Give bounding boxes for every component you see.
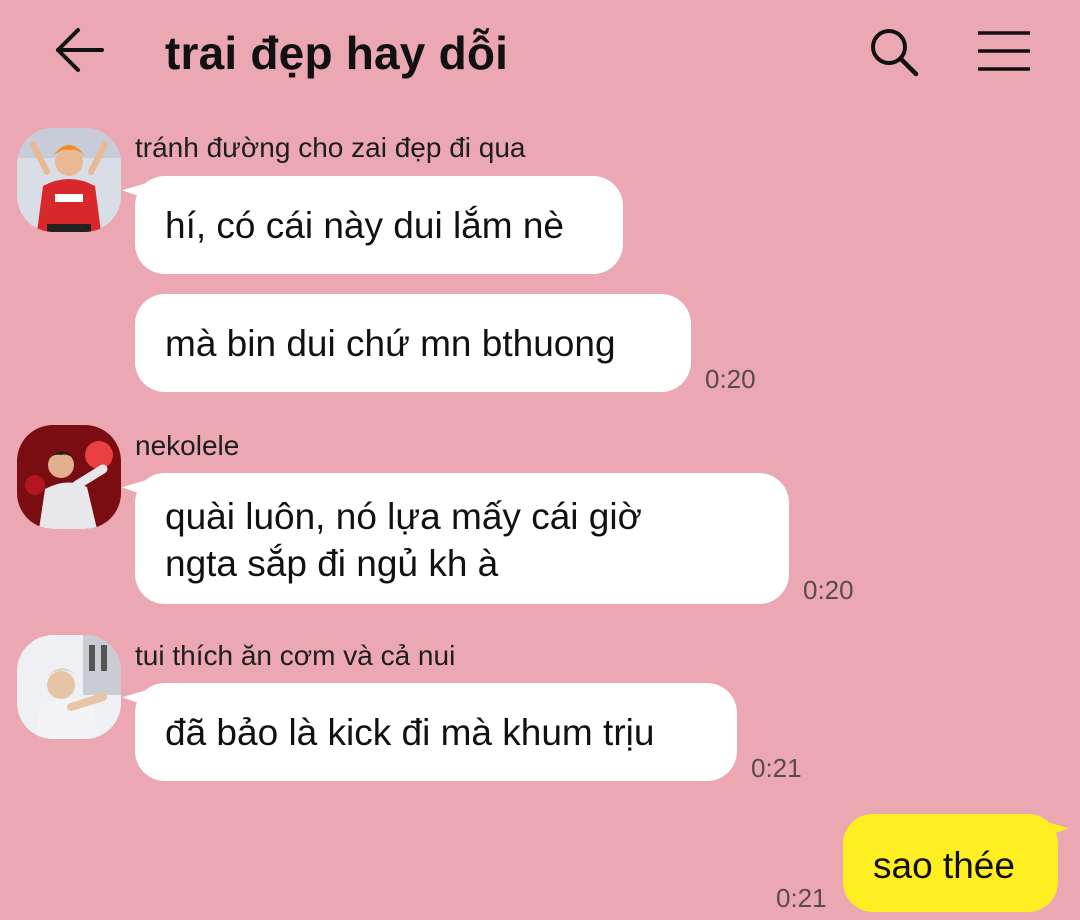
message-bubble[interactable]: mà bin dui chứ mn bthuong	[135, 294, 691, 392]
message-text: đã bảo là kick đi mà khum trịu	[165, 712, 655, 753]
search-icon	[871, 29, 919, 77]
message-bubble[interactable]: quài luôn, nó lựa mấy cái giờ ngta sắp đ…	[135, 473, 789, 604]
message-time: 0:20	[803, 575, 854, 605]
message-text-line: quài luôn, nó lựa mấy cái giờ	[165, 496, 642, 537]
chat-title: trai đẹp hay dỗi	[165, 27, 509, 79]
message-text: hí, có cái này dui lắm nè	[165, 205, 564, 246]
my-message-bubble[interactable]: sao thée	[843, 807, 1069, 912]
message-bubble[interactable]: hí, có cái này dui lắm nè	[135, 176, 623, 274]
arrow-left-icon	[56, 28, 104, 72]
back-button[interactable]	[50, 24, 110, 76]
message-time: 0:21	[751, 753, 802, 783]
menu-button[interactable]	[972, 26, 1036, 76]
avatar-sender-2[interactable]	[17, 425, 121, 529]
hamburger-menu-icon	[978, 31, 1030, 71]
sender-name: tui thích ăn cơm và cả nui	[135, 640, 456, 671]
avatar-image	[17, 425, 121, 529]
avatar-sender-1[interactable]	[17, 128, 121, 232]
message-time: 0:21	[776, 883, 827, 913]
sender-name: nekolele	[135, 430, 240, 461]
sender-name: tránh đường cho zai đẹp đi qua	[135, 132, 526, 163]
avatar-sender-3[interactable]	[17, 635, 121, 739]
bubble-tail	[1033, 807, 1069, 839]
message-text-line: ngta sắp đi ngủ kh à	[165, 543, 499, 584]
chat-header: trai đẹp hay dỗi	[0, 0, 1080, 110]
message-text: sao thée	[873, 845, 1015, 886]
search-button[interactable]	[864, 24, 924, 80]
avatar-image	[17, 635, 121, 739]
message-text: mà bin dui chứ mn bthuong	[165, 323, 616, 364]
message-time: 0:20	[705, 364, 756, 394]
message-bubble[interactable]: đã bảo là kick đi mà khum trịu	[135, 683, 737, 781]
avatar-image	[17, 128, 121, 232]
